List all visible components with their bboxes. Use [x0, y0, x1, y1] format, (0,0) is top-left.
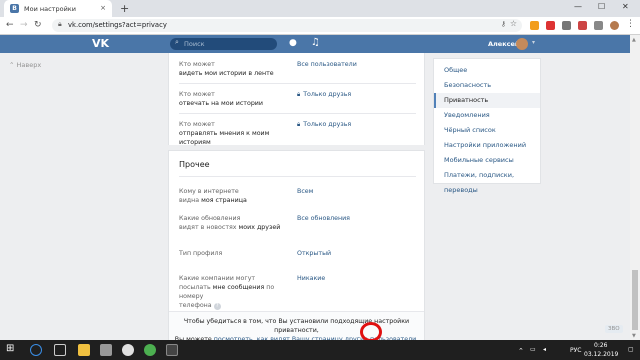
chat-button[interactable]: ЗВО	[605, 325, 623, 333]
forward-arrow-icon[interactable]: →	[20, 20, 28, 30]
windows-start-icon[interactable]: ⊞	[6, 343, 18, 355]
app-icon[interactable]	[122, 344, 134, 356]
vk-header: VK ⌕ Поиск ● ♫ Алексей ▾	[0, 35, 630, 53]
clock-date[interactable]: 03.12.2019	[584, 351, 618, 358]
close-window-button[interactable]: ✕	[622, 2, 629, 11]
lock-icon: 🔒︎	[297, 121, 301, 128]
tab-close-icon[interactable]: ×	[100, 4, 106, 12]
extension-icon[interactable]	[530, 21, 539, 30]
new-tab-button[interactable]: +	[120, 2, 129, 15]
settings-menu-item-privacy[interactable]: Приватность	[434, 93, 540, 108]
settings-menu-item-payments[interactable]: Платежи, подписки, переводы	[434, 168, 540, 194]
vk-logo[interactable]: VK	[92, 37, 109, 50]
cortana-icon[interactable]	[30, 344, 42, 356]
file-explorer-icon[interactable]	[78, 344, 90, 356]
settings-menu-item-security[interactable]: Безопасность	[434, 78, 540, 93]
privacy-other-section: Прочее Кому в интернете видна моя страниц…	[168, 150, 425, 343]
divider	[179, 83, 416, 84]
row-label: Кто может видеть мои истории в ленте	[179, 61, 274, 77]
vk-favicon-icon: B	[10, 4, 19, 13]
row-label: Тип профиля	[179, 250, 223, 257]
settings-menu-item-notifications[interactable]: Уведомления	[434, 108, 540, 123]
scroll-up-label: Наверх	[16, 61, 42, 69]
music-icon[interactable]: ♫	[311, 37, 320, 48]
browser-tab[interactable]: B Мои настройки ×	[4, 0, 112, 17]
notifications-icon[interactable]: ▢	[628, 346, 634, 353]
menu-dots-icon[interactable]: ⋮	[626, 19, 635, 29]
lock-icon: 🔒︎	[297, 91, 301, 98]
avatar[interactable]	[516, 38, 528, 50]
app-icon[interactable]	[166, 344, 178, 356]
network-icon[interactable]: ▭	[530, 346, 536, 353]
divider	[179, 113, 416, 114]
task-view-icon[interactable]	[54, 344, 66, 356]
url-text: vk.com/settings?act=privacy	[68, 21, 167, 29]
calculator-icon[interactable]	[100, 344, 112, 356]
scroll-down-arrow-icon[interactable]: ▼	[632, 333, 636, 339]
scrollbar-thumb[interactable]	[632, 270, 638, 330]
tray-arrow-icon[interactable]: ⌃	[518, 347, 524, 355]
chevron-down-icon[interactable]: ▾	[532, 39, 535, 46]
user-name[interactable]: Алексей	[488, 40, 519, 48]
address-bar[interactable]: 🔒︎ vk.com/settings?act=privacy ⚷ ☆	[52, 19, 522, 32]
search-placeholder: Поиск	[184, 40, 205, 48]
browser-toolbar: ← → ↻ 🔒︎ vk.com/settings?act=privacy ⚷ ☆…	[0, 17, 640, 35]
cursor-highlight	[360, 322, 382, 342]
privacy-value-dropdown[interactable]: 🔒︎ Только друзья	[297, 120, 351, 129]
divider	[179, 176, 416, 177]
chevron-up-icon: ⌃	[9, 61, 15, 69]
row-label: Кому в интернете видна моя страница	[179, 188, 247, 204]
browser-tabstrip: B Мои настройки × + — ☐ ✕	[0, 0, 640, 17]
lock-icon: 🔒︎	[58, 20, 62, 28]
search-input[interactable]: ⌕ Поиск	[170, 38, 277, 50]
taskbar: ⊞ ⌃ ▭ ◂ РУС 0:26 03.12.2019 ▢	[0, 340, 640, 360]
scroll-up-link[interactable]: ⌃ Наверх	[9, 61, 41, 69]
search-icon: ⌕	[175, 38, 179, 46]
chrome-icon[interactable]	[144, 344, 156, 356]
back-arrow-icon[interactable]: ←	[6, 20, 14, 30]
extension-icon[interactable]	[578, 21, 587, 30]
volume-icon[interactable]: ◂	[543, 346, 546, 353]
scroll-up-arrow-icon[interactable]: ▲	[632, 37, 636, 43]
clock-time[interactable]: 0:26	[594, 342, 607, 349]
minimize-button[interactable]: —	[574, 2, 582, 11]
extension-icon[interactable]	[562, 21, 571, 30]
privacy-value-dropdown[interactable]: Открытый	[297, 249, 331, 258]
key-icon[interactable]: ⚷	[501, 20, 506, 28]
bell-icon[interactable]: ●	[289, 38, 297, 48]
reload-icon[interactable]: ↻	[34, 20, 42, 30]
privacy-value-dropdown[interactable]: Всем	[297, 187, 313, 196]
settings-menu: Общее Безопасность Приватность Уведомлен…	[433, 58, 541, 194]
row-label: Какие компании могут посылать мне сообщен…	[179, 275, 275, 310]
row-label: Какие обновления видят в новостях моих др…	[179, 215, 281, 231]
language-indicator[interactable]: РУС	[570, 347, 581, 354]
star-icon[interactable]: ☆	[510, 19, 517, 28]
help-icon[interactable]: ?	[213, 303, 221, 310]
settings-menu-item-general[interactable]: Общее	[434, 63, 540, 78]
settings-menu-item-apps[interactable]: Настройки приложений	[434, 138, 540, 153]
extension-icon[interactable]	[546, 21, 555, 30]
settings-menu-item-blacklist[interactable]: Чёрный список	[434, 123, 540, 138]
privacy-value-dropdown[interactable]: Никакие	[297, 274, 325, 283]
maximize-button[interactable]: ☐	[598, 2, 605, 11]
privacy-value-dropdown[interactable]: 🔒︎ Только друзья	[297, 90, 351, 99]
profile-avatar-icon[interactable]	[610, 21, 619, 30]
row-label: Кто может отвечать на мои истории	[179, 91, 263, 107]
extension-icon[interactable]	[594, 21, 603, 30]
privacy-footer: Чтобы убедиться в том, что Вы установили…	[169, 311, 424, 343]
tab-title: Мои настройки	[24, 4, 76, 13]
privacy-stories-section: Кто может видеть мои истории в ленте Все …	[168, 53, 425, 146]
section-title: Прочее	[179, 160, 210, 169]
privacy-value-dropdown[interactable]: Все обновления	[297, 214, 350, 223]
privacy-value-dropdown[interactable]: Все пользователи	[297, 60, 357, 69]
row-label: Кто может отправлять мнения к моим истори…	[179, 121, 270, 146]
settings-menu-item-mobile[interactable]: Мобильные сервисы	[434, 153, 540, 168]
